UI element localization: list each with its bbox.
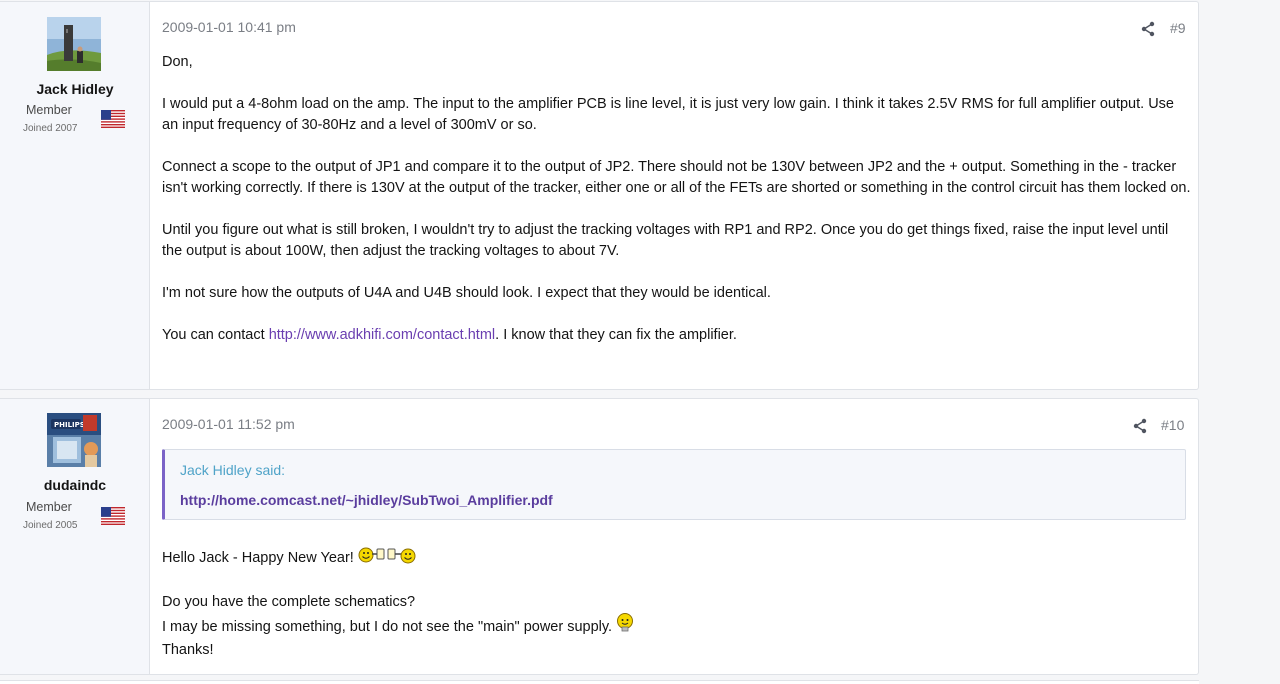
post-number[interactable]: #9 (1170, 20, 1186, 36)
idea-smiley-icon (616, 613, 634, 640)
post-body: Hello Jack - Happy New Year! Do you have… (162, 546, 1192, 661)
post-content: 2009-01-01 10:41 pm #9 Don, I would put … (150, 2, 1198, 389)
quote-link[interactable]: http://home.comcast.net/~jhidley/SubTwoi… (180, 492, 553, 508)
us-flag-icon (101, 507, 125, 525)
svg-text:PHILIPS: PHILIPS (54, 421, 85, 429)
post-paragraph: Until you figure out what is still broke… (162, 222, 1169, 259)
quote-block: Jack Hidley said: http://home.comcast.ne… (162, 449, 1186, 520)
user-role: Member (26, 500, 72, 514)
post-paragraph: Connect a scope to the output of JP1 and… (162, 159, 1191, 196)
text-span: Thanks! (162, 642, 214, 658)
text-span: Hello Jack - Happy New Year! (162, 550, 354, 566)
post-10: PHILIPS dudaindc Member Joined 2005 2009… (0, 398, 1199, 675)
joined-date: Joined 2005 (23, 520, 78, 531)
post-paragraph: Hello Jack - Happy New Year! (162, 546, 1192, 571)
contact-link[interactable]: http://www.adkhifi.com/contact.html (269, 327, 495, 343)
avatar[interactable] (47, 17, 101, 71)
post-date[interactable]: 2009-01-01 10:41 pm (162, 19, 296, 35)
joined-date: Joined 2007 (23, 123, 78, 134)
username[interactable]: Jack Hidley (0, 81, 150, 97)
post-paragraph: I'm not sure how the outputs of U4A and … (162, 285, 771, 301)
text-span: You can contact (162, 327, 269, 343)
next-post-edge (0, 680, 1199, 684)
cheers-smiley-icon (358, 546, 416, 571)
post-paragraph: Don, (162, 54, 193, 70)
us-flag-icon (101, 110, 125, 128)
post-number[interactable]: #10 (1161, 417, 1184, 433)
post-date[interactable]: 2009-01-01 11:52 pm (162, 416, 295, 432)
user-info-panel: Jack Hidley Member Joined 2007 (0, 2, 150, 389)
share-icon[interactable] (1140, 21, 1156, 37)
post-body: Don, I would put a 4-8ohm load on the am… (162, 52, 1192, 346)
user-role: Member (26, 103, 72, 117)
text-span: I may be missing something, but I do not… (162, 619, 613, 635)
username[interactable]: dudaindc (0, 477, 150, 493)
post-paragraph: I would put a 4-8ohm load on the amp. Th… (162, 96, 1174, 133)
user-info-panel: PHILIPS dudaindc Member Joined 2005 (0, 399, 150, 674)
text-span: Do you have the complete schematics? (162, 594, 416, 610)
avatar[interactable]: PHILIPS (47, 413, 101, 467)
quote-author[interactable]: Jack Hidley said: (180, 462, 285, 478)
post-paragraph: Do you have the complete schematics? I m… (162, 592, 1192, 661)
post-content: 2009-01-01 11:52 pm #10 Jack Hidley said… (150, 399, 1198, 674)
share-icon[interactable] (1132, 418, 1148, 434)
post-paragraph: You can contact http://www.adkhifi.com/c… (162, 325, 1192, 346)
text-span: . I know that they can fix the amplifier… (495, 327, 737, 343)
post-9: Jack Hidley Member Joined 2007 2009-01-0… (0, 1, 1199, 390)
